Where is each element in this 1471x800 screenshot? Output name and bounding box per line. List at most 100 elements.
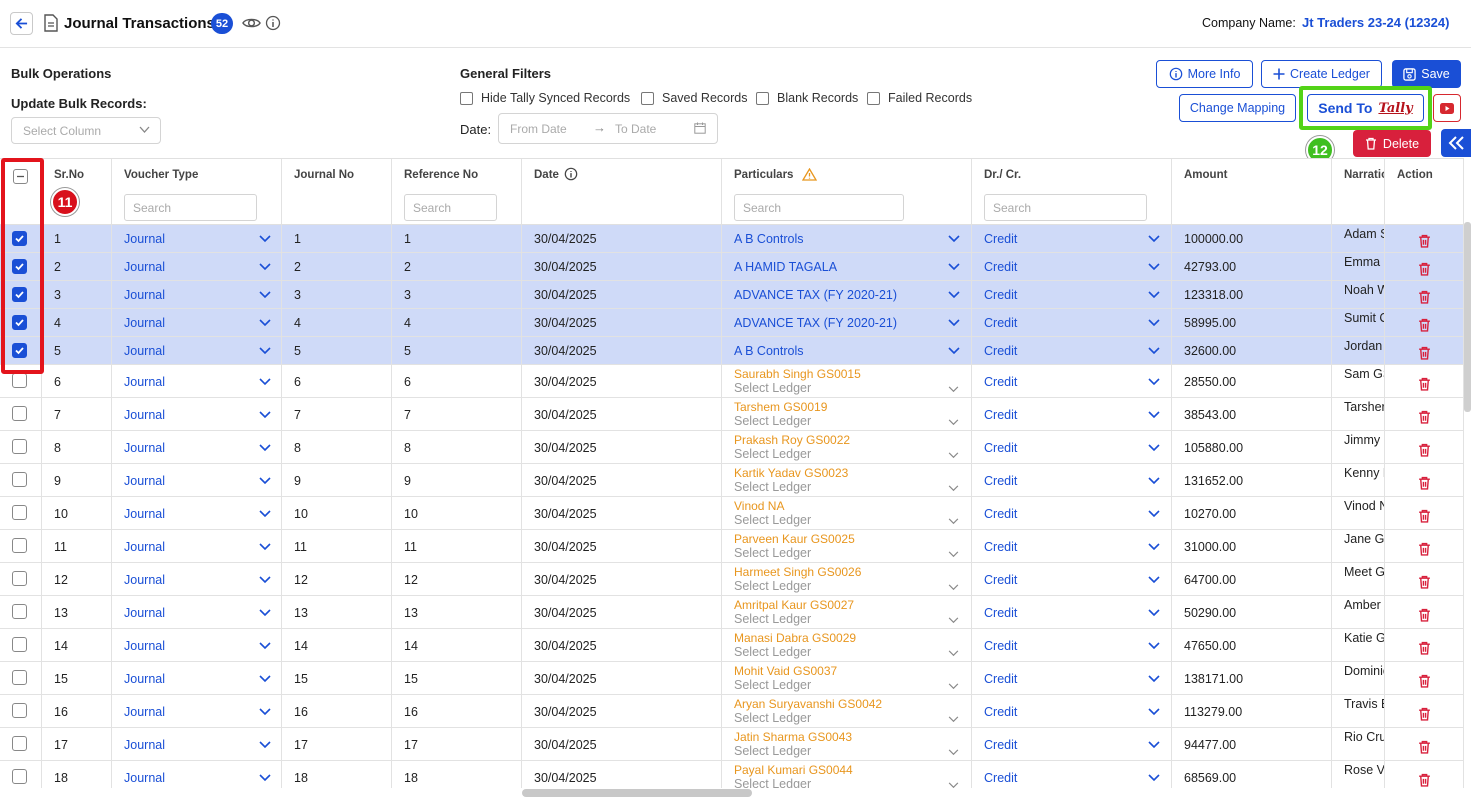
info-icon[interactable] [265, 15, 281, 31]
trash-icon[interactable] [1418, 773, 1431, 787]
ledger-select[interactable]: Select Ledger [734, 546, 811, 560]
chevron-down-icon[interactable] [259, 263, 271, 271]
chevron-down-icon[interactable] [1148, 642, 1160, 650]
ledger-select[interactable]: A HAMID TAGALA [734, 260, 837, 274]
chevron-down-icon[interactable] [1148, 741, 1160, 749]
voucher-type-search-input[interactable]: Search [124, 194, 257, 221]
suggested-ledger[interactable]: Vinod NA [734, 499, 784, 513]
ledger-select[interactable]: Select Ledger [734, 612, 811, 626]
vertical-scrollbar[interactable] [1464, 222, 1471, 412]
ledger-select[interactable]: A B Controls [734, 232, 803, 246]
drcr-select[interactable]: Credit [984, 375, 1017, 389]
chevron-down-icon[interactable] [259, 543, 271, 551]
voucher-type-select[interactable]: Journal [124, 672, 165, 686]
voucher-type-select[interactable]: Journal [124, 639, 165, 653]
row-select-checkbox[interactable] [12, 538, 27, 553]
row-select-checkbox[interactable] [12, 769, 27, 784]
table-row[interactable]: 9 Journal 9 9 30/04/2025 Kartik Yadav GS0023 S… [0, 464, 1464, 497]
hide-tally-synced-checkbox[interactable]: Hide Tally Synced Records [460, 91, 630, 105]
more-info-button[interactable]: More Info [1156, 60, 1253, 88]
chevron-down-icon[interactable] [1148, 675, 1160, 683]
delete-button[interactable]: Delete [1353, 130, 1431, 157]
chevron-down-icon[interactable] [259, 708, 271, 716]
youtube-button[interactable] [1433, 94, 1461, 122]
create-ledger-button[interactable]: Create Ledger [1261, 60, 1382, 88]
drcr-select[interactable]: Credit [984, 573, 1017, 587]
ledger-select[interactable]: Select Ledger [734, 645, 811, 659]
voucher-type-select[interactable]: Journal [124, 288, 165, 302]
checkbox-box[interactable] [756, 91, 769, 105]
drcr-select[interactable]: Credit [984, 441, 1017, 455]
table-row[interactable]: 14 Journal 14 14 30/04/2025 Manasi Dabra GS00… [0, 629, 1464, 662]
calendar-icon[interactable] [694, 122, 706, 134]
trash-icon[interactable] [1418, 674, 1431, 688]
table-row[interactable]: 13 Journal 13 13 30/04/2025 Amritpal Kaur GS0… [0, 596, 1464, 629]
row-select-checkbox[interactable] [12, 670, 27, 685]
chevron-down-icon[interactable] [1148, 708, 1160, 716]
chevron-down-icon[interactable] [259, 411, 271, 419]
chevron-down-icon[interactable] [259, 675, 271, 683]
trash-icon[interactable] [1418, 476, 1431, 490]
table-row[interactable]: 12 Journal 12 12 30/04/2025 Harmeet Singh GS0… [0, 563, 1464, 596]
chevron-down-icon[interactable] [948, 551, 959, 558]
drcr-select[interactable]: Credit [984, 639, 1017, 653]
change-mapping-button[interactable]: Change Mapping [1179, 94, 1296, 122]
save-button[interactable]: Save [1392, 60, 1461, 88]
row-select-checkbox[interactable] [12, 703, 27, 718]
voucher-type-select[interactable]: Journal [124, 474, 165, 488]
table-row[interactable]: 15 Journal 15 15 30/04/2025 Mohit Vaid GS0037… [0, 662, 1464, 695]
ledger-select[interactable]: ADVANCE TAX (FY 2020-21) [734, 316, 897, 330]
drcr-select[interactable]: Credit [984, 232, 1017, 246]
chevron-down-icon[interactable] [1148, 510, 1160, 518]
voucher-type-select[interactable]: Journal [124, 705, 165, 719]
trash-icon[interactable] [1418, 234, 1431, 248]
drcr-select[interactable]: Credit [984, 408, 1017, 422]
from-date-input[interactable]: From Date [510, 122, 567, 136]
trash-icon[interactable] [1418, 608, 1431, 622]
voucher-type-select[interactable]: Journal [124, 344, 165, 358]
chevron-down-icon[interactable] [948, 650, 959, 657]
suggested-ledger[interactable]: Tarshem GS0019 [734, 400, 827, 414]
voucher-type-select[interactable]: Journal [124, 540, 165, 554]
trash-icon[interactable] [1418, 509, 1431, 523]
checkbox-box[interactable] [460, 91, 473, 105]
chevron-down-icon[interactable] [948, 452, 959, 459]
trash-icon[interactable] [1418, 542, 1431, 556]
saved-records-checkbox[interactable]: Saved Records [641, 91, 747, 105]
chevron-down-icon[interactable] [948, 347, 960, 355]
suggested-ledger[interactable]: Jatin Sharma GS0043 [734, 730, 852, 744]
drcr-select[interactable]: Credit [984, 540, 1017, 554]
table-row[interactable]: 7 Journal 7 7 30/04/2025 Tarshem GS0019 Select… [0, 398, 1464, 431]
failed-records-checkbox[interactable]: Failed Records [867, 91, 972, 105]
info-icon[interactable] [564, 167, 578, 181]
table-row[interactable]: 2 Journal 2 2 30/04/2025 A HAMID TAGALA Credit… [0, 253, 1464, 281]
row-select-checkbox[interactable] [12, 637, 27, 652]
voucher-type-select[interactable]: Journal [124, 507, 165, 521]
ledger-select[interactable]: Select Ledger [734, 447, 811, 461]
drcr-select[interactable]: Credit [984, 672, 1017, 686]
voucher-type-select[interactable]: Journal [124, 441, 165, 455]
chevron-down-icon[interactable] [948, 263, 960, 271]
to-date-input[interactable]: To Date [615, 122, 656, 136]
ledger-select[interactable]: Select Ledger [734, 381, 811, 395]
row-select-checkbox[interactable] [12, 505, 27, 520]
trash-icon[interactable] [1418, 410, 1431, 424]
chevron-down-icon[interactable] [948, 683, 959, 690]
voucher-type-select[interactable]: Journal [124, 606, 165, 620]
ledger-select[interactable]: Select Ledger [734, 744, 811, 758]
chevron-down-icon[interactable] [1148, 576, 1160, 584]
ledger-select[interactable]: Select Ledger [734, 777, 811, 788]
drcr-select[interactable]: Credit [984, 344, 1017, 358]
ledger-select[interactable]: Select Ledger [734, 513, 811, 527]
checkbox-box[interactable] [641, 91, 654, 105]
row-select-checkbox[interactable] [12, 472, 27, 487]
table-row[interactable]: 17 Journal 17 17 30/04/2025 Jatin Sharma GS00… [0, 728, 1464, 761]
chevron-down-icon[interactable] [948, 617, 959, 624]
suggested-ledger[interactable]: Payal Kumari GS0044 [734, 763, 853, 777]
suggested-ledger[interactable]: Harmeet Singh GS0026 [734, 565, 861, 579]
ledger-select[interactable]: Select Ledger [734, 678, 811, 692]
table-row[interactable]: 3 Journal 3 3 30/04/2025 ADVANCE TAX (FY 2020… [0, 281, 1464, 309]
company-name[interactable]: Jt Traders 23-24 (12324) [1302, 15, 1449, 30]
drcr-select[interactable]: Credit [984, 738, 1017, 752]
particulars-search-input[interactable]: Search [734, 194, 904, 221]
